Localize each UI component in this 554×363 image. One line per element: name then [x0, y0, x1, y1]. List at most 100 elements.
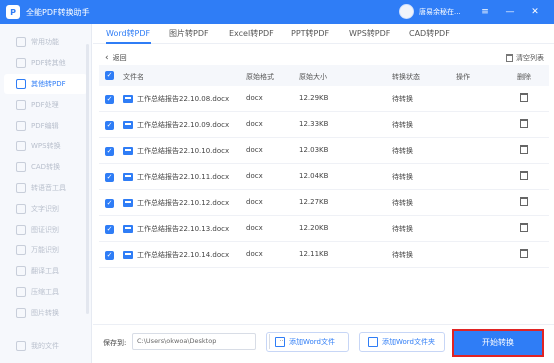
- word-file-icon: [123, 251, 133, 259]
- delete-icon[interactable]: [520, 223, 528, 232]
- output-path-field[interactable]: C:\Users\okwoa\Desktop ···: [132, 333, 286, 350]
- sidebar-item-pdf-process[interactable]: PDF处理: [0, 94, 91, 115]
- pdf-icon: [16, 58, 26, 69]
- delete-icon[interactable]: [520, 171, 528, 180]
- sidebar-scrollbar[interactable]: [86, 44, 89, 314]
- row-checkbox[interactable]: ✓: [105, 173, 114, 182]
- process-icon: [16, 99, 26, 110]
- avatar[interactable]: [399, 4, 414, 19]
- word-file-icon: [123, 95, 133, 103]
- sidebar-item-text-ocr[interactable]: 文字识别: [0, 198, 91, 219]
- table-row[interactable]: ✓ 工作总结报告22.10.11.docx docx 12.04KB 待转换: [99, 164, 549, 190]
- sidebar-item-pdf-edit[interactable]: PDF编辑: [0, 115, 91, 136]
- folder-icon: [16, 341, 26, 351]
- translate-icon: [16, 266, 26, 277]
- close-icon[interactable]: ✕: [528, 5, 542, 19]
- clear-list-button[interactable]: 清空列表: [506, 53, 544, 63]
- file-name: 工作总结报告22.10.14.docx: [137, 251, 230, 259]
- title-bar: P 全能PDF转换助手 唐易余秘在... ≡ — ✕: [0, 0, 554, 24]
- row-checkbox[interactable]: ✓: [105, 251, 114, 260]
- sidebar-item-voice[interactable]: 转语音工具: [0, 178, 91, 199]
- file-format: docx: [246, 172, 263, 180]
- select-all-checkbox[interactable]: ✓: [105, 71, 114, 80]
- table-header: ✓ 文件名 原始格式 原始大小 转换状态 操作 删除: [99, 65, 549, 86]
- sidebar-item-id-ocr[interactable]: 图证识别: [0, 219, 91, 240]
- add-word-file-button[interactable]: 添加Word文件: [266, 332, 349, 352]
- trash-icon: [506, 54, 513, 62]
- row-checkbox[interactable]: ✓: [105, 121, 114, 130]
- voice-icon: [16, 182, 26, 193]
- column-header: 删除: [517, 73, 531, 81]
- user-name[interactable]: 唐易余秘在...: [419, 7, 461, 17]
- tab-image-to-pdf[interactable]: 图片转PDF: [169, 28, 209, 39]
- delete-icon[interactable]: [520, 197, 528, 206]
- save-to-label: 保存到:: [103, 339, 127, 347]
- delete-icon[interactable]: [520, 145, 528, 154]
- file-size: 12.04KB: [299, 172, 329, 180]
- back-button[interactable]: ‹ 返回: [105, 53, 127, 63]
- sidebar-item-compress[interactable]: 压缩工具: [0, 282, 91, 303]
- sidebar-item-universal-ocr[interactable]: 万能识别: [0, 240, 91, 261]
- user-profile[interactable]: 唐易余秘在...: [399, 4, 461, 19]
- minimize-icon[interactable]: —: [503, 5, 517, 19]
- conversion-status: 待转换: [392, 199, 413, 207]
- tab-word-to-pdf[interactable]: Word转PDF: [106, 28, 150, 39]
- delete-icon[interactable]: [520, 249, 528, 258]
- menu-icon[interactable]: ≡: [478, 5, 492, 19]
- scan-icon: [16, 245, 26, 256]
- word-file-icon: [123, 225, 133, 233]
- my-files-button[interactable]: 我的文件: [16, 341, 59, 351]
- file-format: docx: [246, 250, 263, 258]
- main-panel: Word转PDF 图片转PDF Excel转PDF PPT转PDF WPS转PD…: [93, 24, 554, 363]
- delete-icon[interactable]: [520, 119, 528, 128]
- table-row[interactable]: ✓ 工作总结报告22.10.12.docx docx 12.27KB 待转换: [99, 190, 549, 216]
- text-icon: [16, 203, 26, 214]
- sidebar-item-common[interactable]: 常用功能: [0, 32, 91, 53]
- tab-ppt-to-pdf[interactable]: PPT转PDF: [291, 28, 329, 39]
- table-row[interactable]: ✓ 工作总结报告22.10.13.docx docx 12.20KB 待转换: [99, 216, 549, 242]
- star-icon: [16, 37, 26, 48]
- tab-cad-to-pdf[interactable]: CAD转PDF: [409, 28, 450, 39]
- file-size: 12.11KB: [299, 250, 329, 258]
- conversion-status: 待转换: [392, 121, 413, 129]
- sidebar-item-other-to-pdf[interactable]: 其他转PDF: [4, 73, 87, 95]
- delete-icon[interactable]: [520, 93, 528, 102]
- row-checkbox[interactable]: ✓: [105, 95, 114, 104]
- word-file-icon: [123, 199, 133, 207]
- sidebar-item-image[interactable]: 图片转换: [0, 302, 91, 323]
- tab-excel-to-pdf[interactable]: Excel转PDF: [229, 28, 274, 39]
- sidebar-item-cad[interactable]: CAD转换: [0, 157, 91, 178]
- start-conversion-button[interactable]: 开始转换: [452, 329, 544, 357]
- row-checkbox[interactable]: ✓: [105, 147, 114, 156]
- column-header: 原始大小: [299, 73, 327, 81]
- row-checkbox[interactable]: ✓: [105, 225, 114, 234]
- bottom-bar: 保存到: C:\Users\okwoa\Desktop ··· 添加Word文件…: [93, 324, 554, 363]
- file-name: 工作总结报告22.10.09.docx: [137, 121, 230, 129]
- tab-wps-to-pdf[interactable]: WPS转PDF: [349, 28, 390, 39]
- row-checkbox[interactable]: ✓: [105, 199, 114, 208]
- folder-icon: [368, 337, 378, 347]
- word-file-icon: [123, 147, 133, 155]
- table-row[interactable]: ✓ 工作总结报告22.10.08.docx docx 12.29KB 待转换: [99, 86, 549, 112]
- cad-icon: [16, 162, 26, 173]
- file-size: 12.29KB: [299, 94, 329, 102]
- file-size: 12.27KB: [299, 198, 329, 206]
- convert-icon: [16, 78, 26, 89]
- table-row[interactable]: ✓ 工作总结报告22.10.14.docx docx 12.11KB 待转换: [99, 242, 549, 268]
- table-row[interactable]: ✓ 工作总结报告22.10.10.docx docx 12.03KB 待转换: [99, 138, 549, 164]
- conversion-status: 待转换: [392, 147, 413, 155]
- sidebar-item-translate[interactable]: 翻译工具: [0, 261, 91, 282]
- file-format: docx: [246, 120, 263, 128]
- sidebar-item-wps[interactable]: WPS转换: [0, 136, 91, 157]
- conversion-status: 待转换: [392, 225, 413, 233]
- app-logo-icon: P: [6, 5, 20, 19]
- add-file-icon: [275, 337, 285, 347]
- sidebar: 常用功能 PDF转其他 其他转PDF PDF处理 PDF编辑 WPS转换 CAD…: [0, 24, 92, 363]
- table-row[interactable]: ✓ 工作总结报告22.10.09.docx docx 12.33KB 待转换: [99, 112, 549, 138]
- add-word-folder-button[interactable]: 添加Word文件夹: [359, 332, 445, 352]
- output-path-text: C:\Users\okwoa\Desktop: [137, 337, 217, 345]
- file-name: 工作总结报告22.10.12.docx: [137, 199, 230, 207]
- word-file-icon: [123, 173, 133, 181]
- sidebar-item-pdf-to-other[interactable]: PDF转其他: [0, 53, 91, 74]
- file-format: docx: [246, 198, 263, 206]
